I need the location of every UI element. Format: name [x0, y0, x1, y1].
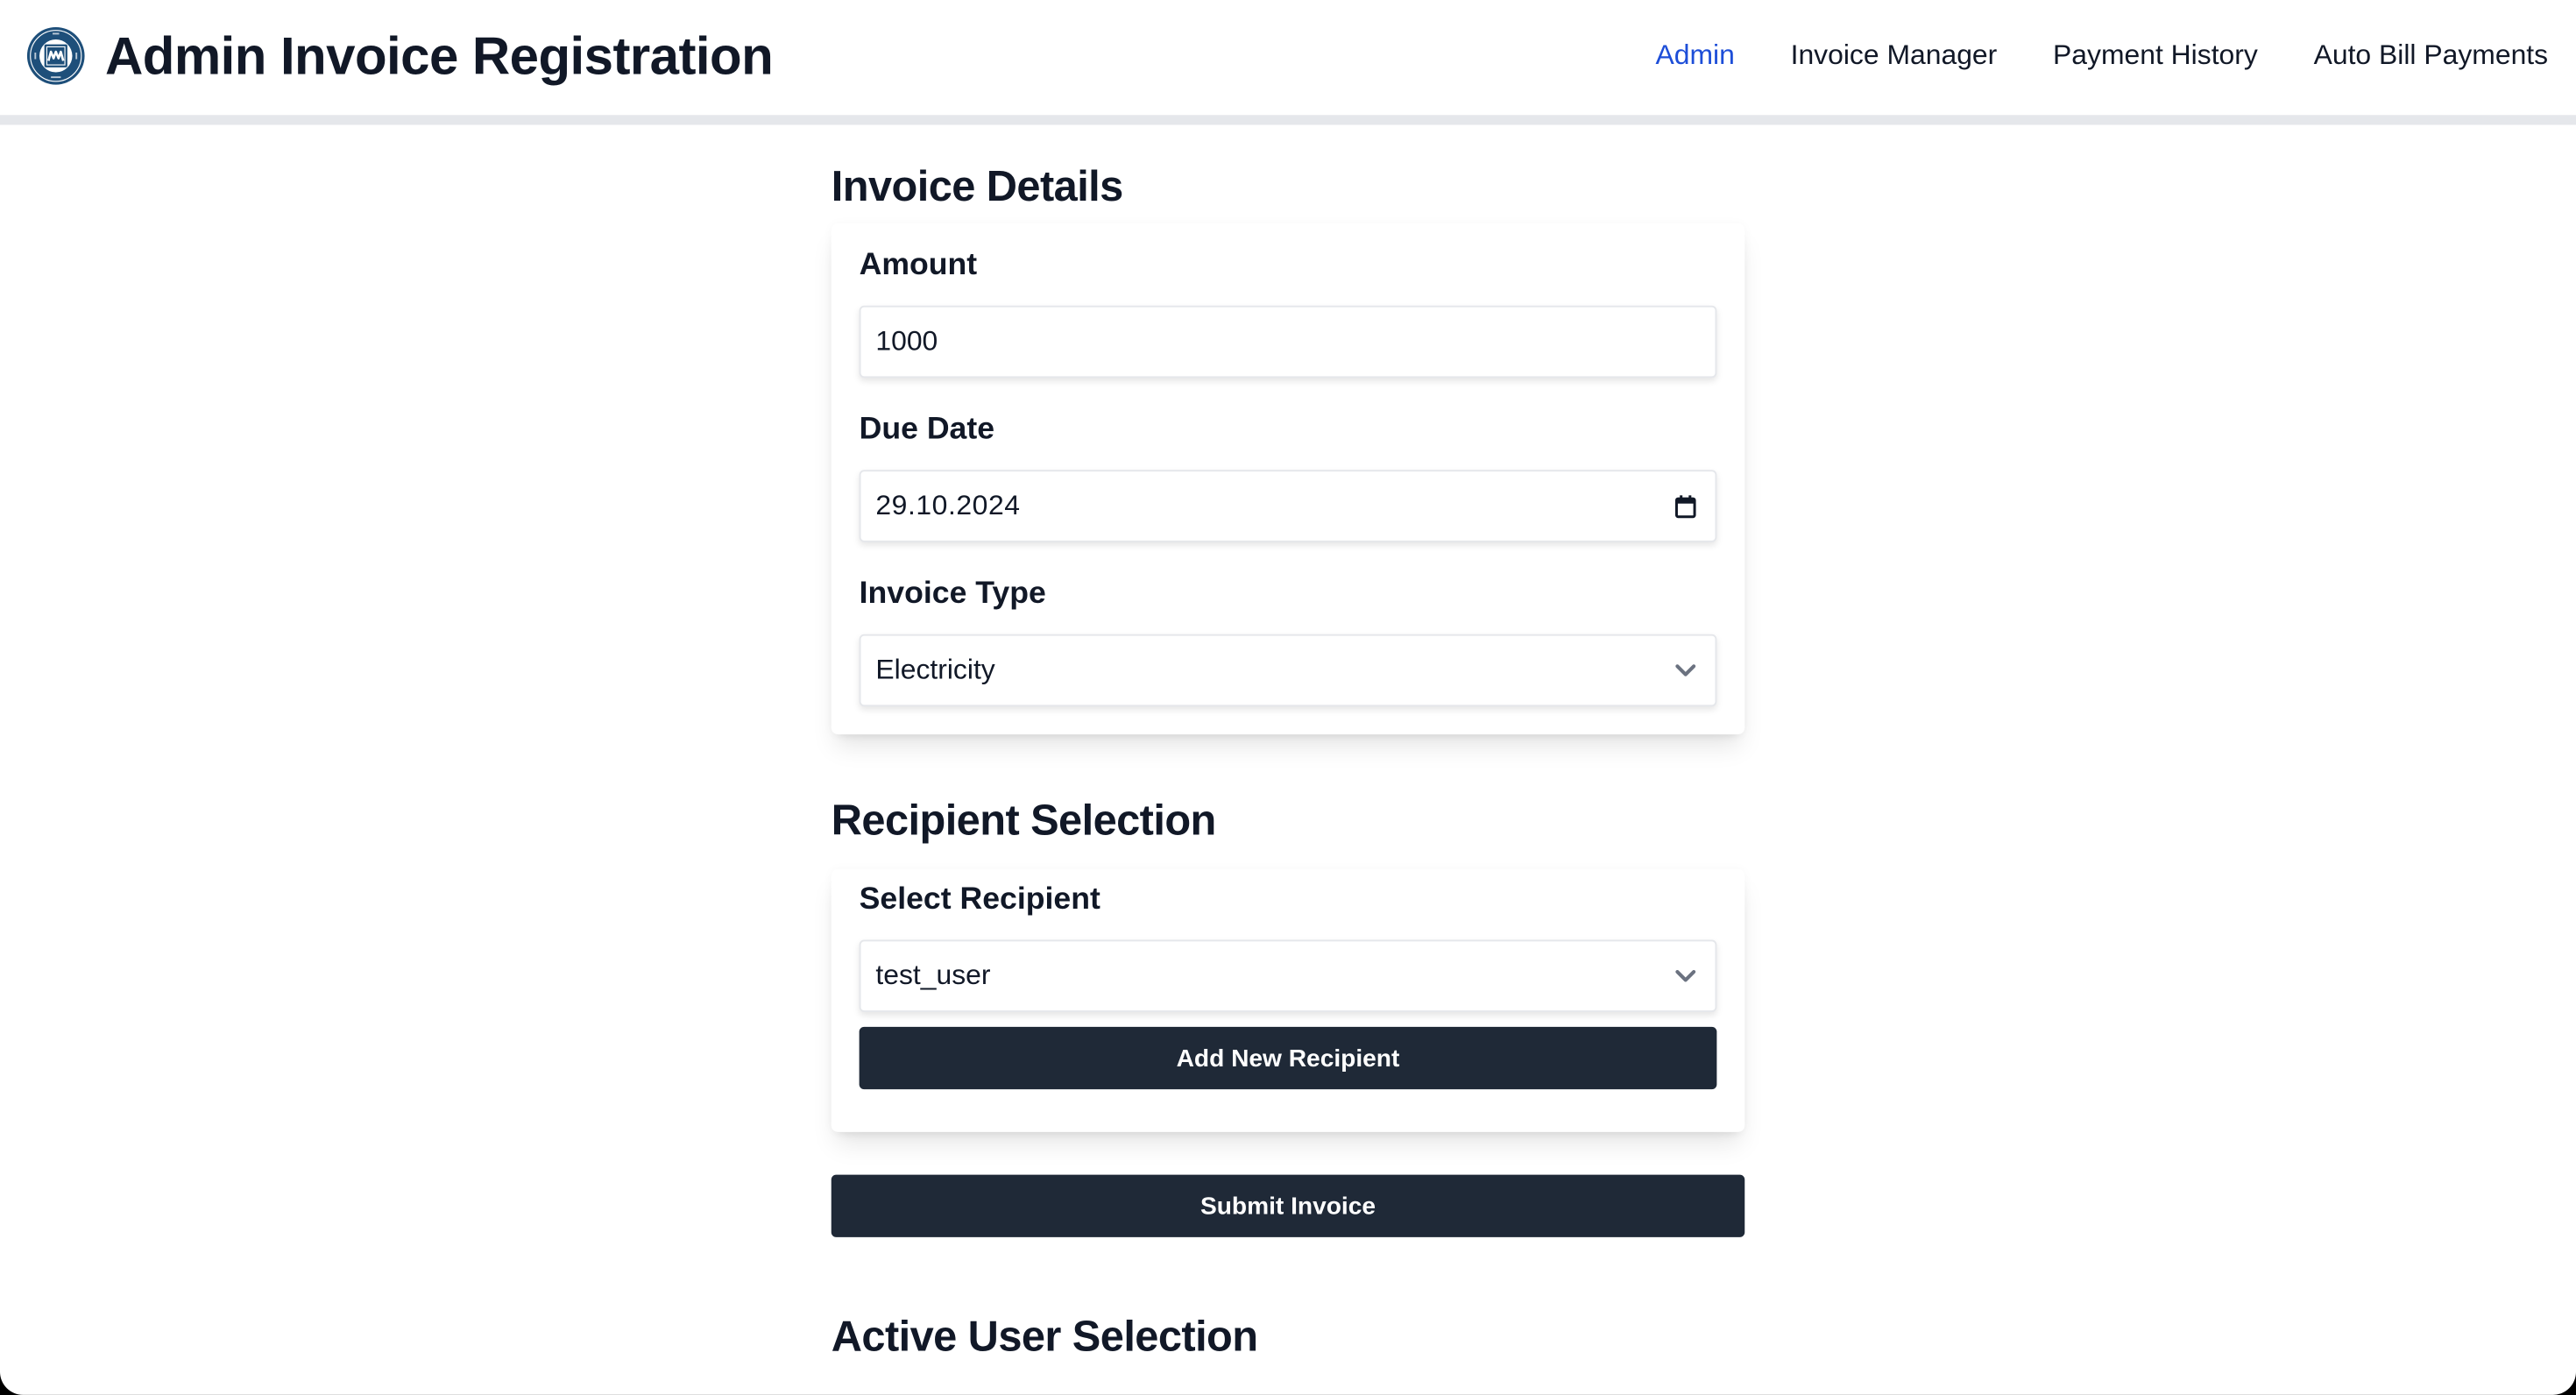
invoice-type-label: Invoice Type: [859, 577, 1046, 612]
invoice-type-select[interactable]: Electricity: [859, 634, 1717, 707]
page: Admin Invoice Registration Admin Invoice…: [0, 0, 2576, 1395]
header: Admin Invoice Registration Admin Invoice…: [0, 0, 2576, 116]
active-user-selection-heading: Active User Selection: [831, 1311, 1258, 1361]
amount-input[interactable]: 1000: [859, 305, 1717, 379]
screen: Admin Invoice Registration Admin Invoice…: [0, 0, 2576, 1395]
page-title: Admin Invoice Registration: [105, 26, 774, 86]
university-logo-icon[interactable]: [26, 26, 86, 86]
nav-invoice-manager[interactable]: Invoice Manager: [1791, 36, 1998, 75]
chevron-down-icon: [1671, 655, 1701, 685]
add-new-recipient-button[interactable]: Add New Recipient: [859, 1026, 1717, 1090]
invoice-type-value: Electricity: [875, 654, 995, 685]
amount-value: 1000: [875, 325, 938, 357]
recipient-selection-heading: Recipient Selection: [831, 795, 1217, 845]
nav-payment-history[interactable]: Payment History: [2053, 36, 2258, 75]
invoice-details-heading: Invoice Details: [831, 160, 1124, 210]
due-date-input[interactable]: 29.10.2024: [859, 470, 1717, 542]
invoice-details-card: Amount 1000 Due Date 29.10.2024 Invoice …: [831, 223, 1745, 735]
header-divider: [0, 115, 2576, 125]
recipient-selection-card: Select Recipient test_user Add New Recip…: [831, 868, 1745, 1132]
due-date-label: Due Date: [859, 412, 995, 447]
select-recipient-label: Select Recipient: [859, 882, 1100, 917]
nav-auto-bill-payments[interactable]: Auto Bill Payments: [2314, 36, 2549, 75]
calendar-icon[interactable]: [1671, 492, 1701, 521]
recipient-value: test_user: [875, 960, 991, 991]
recipient-select[interactable]: test_user: [859, 939, 1717, 1012]
nav-admin[interactable]: Admin: [1656, 36, 1735, 75]
amount-label: Amount: [859, 248, 978, 283]
chevron-down-icon: [1671, 961, 1701, 991]
due-date-value: 29.10.2024: [875, 489, 1021, 521]
submit-invoice-button[interactable]: Submit Invoice: [831, 1174, 1745, 1237]
main-nav: Admin Invoice Manager Payment History Au…: [1656, 36, 2549, 75]
